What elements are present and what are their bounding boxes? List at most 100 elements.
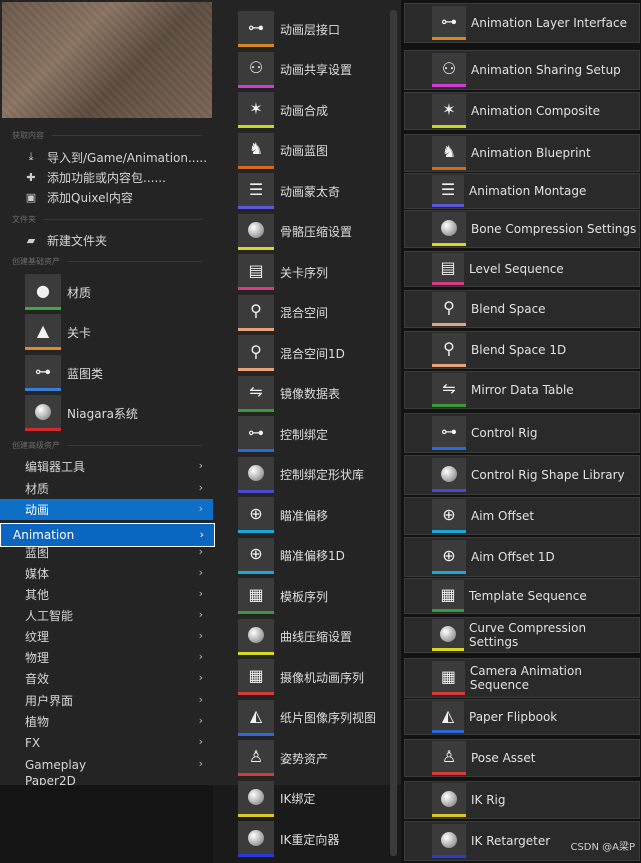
background-area: [0, 785, 213, 863]
anim-asset-item[interactable]: IK重定向器: [238, 819, 339, 859]
anim-asset-item-en[interactable]: ⊕ Aim Offset 1D: [404, 537, 640, 577]
control-rig-icon: ⊶: [432, 416, 466, 450]
anim-asset-item-en[interactable]: ⊶ Animation Layer Interface: [404, 3, 640, 43]
basic-asset-item[interactable]: ● 材质: [25, 273, 205, 311]
anim-asset-item-en[interactable]: ♙ Pose Asset: [404, 739, 640, 777]
category-item[interactable]: 人工智能 ›: [0, 605, 213, 626]
level-icon: ▲: [25, 314, 61, 350]
category-item[interactable]: 媒体 ›: [0, 563, 213, 584]
section-advanced-assets: 创建高级资产: [12, 440, 202, 451]
anim-asset-item[interactable]: ♙ 姿势资产: [238, 738, 328, 778]
anim-asset-item[interactable]: ⚲ 混合空间1D: [238, 333, 345, 373]
viewport-preview: [2, 2, 212, 118]
add-quixel-button[interactable]: ▣ 添加Quixel内容: [25, 188, 133, 206]
anim-asset-item[interactable]: ▦ 模板序列: [238, 576, 328, 616]
blendspace-icon: ⚲: [238, 294, 274, 331]
anim-asset-item-en[interactable]: ⊶ Control Rig: [404, 413, 640, 453]
category-item[interactable]: Gameplay ›: [0, 754, 213, 775]
chevron-right-icon: ›: [198, 502, 203, 515]
compression-icon: [432, 212, 466, 246]
anim-asset-item[interactable]: ⊶ 动画层接口: [238, 9, 340, 49]
anim-asset-item[interactable]: ▤ 关卡序列: [238, 252, 328, 292]
anim-asset-item[interactable]: ▦ 摄像机动画序列: [238, 657, 364, 697]
basic-asset-item[interactable]: ⊶ 蓝图类: [25, 354, 205, 392]
category-item[interactable]: FX ›: [0, 732, 213, 753]
ik-retarget-icon: [432, 824, 466, 858]
compression-icon: [238, 213, 274, 250]
pose-icon: ♙: [432, 741, 466, 775]
anim-asset-item-en[interactable]: ☰ Animation Montage: [404, 173, 640, 209]
curve-icon: [432, 619, 464, 651]
anim-asset-item-en[interactable]: IK Rig: [404, 781, 640, 819]
template-icon: ▦: [432, 580, 464, 612]
category-animation-hover[interactable]: Animation ›: [0, 523, 215, 547]
anim-asset-item[interactable]: ⊶ 控制绑定: [238, 414, 328, 454]
category-item[interactable]: 其他 ›: [0, 584, 213, 605]
anim-asset-item-en[interactable]: ♞ Animation Blueprint: [404, 134, 640, 172]
basic-asset-item[interactable]: ▲ 关卡: [25, 313, 205, 351]
anim-asset-item-en[interactable]: Control Rig Shape Library: [404, 455, 640, 495]
category-item[interactable]: 纹理 ›: [0, 626, 213, 647]
category-item[interactable]: 用户界面 ›: [0, 690, 213, 711]
category-item[interactable]: 物理 ›: [0, 647, 213, 668]
new-folder-icon: ▰: [26, 233, 36, 247]
anim-asset-item[interactable]: ⚲ 混合空间: [238, 293, 328, 333]
anim-asset-item-en[interactable]: Bone Compression Settings: [404, 210, 640, 248]
mirror-icon: ⇋: [238, 375, 274, 412]
composite-icon: ✶: [432, 94, 466, 128]
anim-asset-item[interactable]: ☰ 动画蒙太奇: [238, 171, 340, 211]
add-feature-button[interactable]: ✚ 添加功能或内容包......: [25, 168, 166, 186]
chevron-right-icon: ›: [198, 481, 203, 494]
montage-icon: ☰: [432, 175, 464, 207]
anim-asset-item-en[interactable]: ⚇ Animation Sharing Setup: [404, 50, 640, 90]
add-feature-icon: ✚: [26, 170, 36, 184]
anim-asset-item-en[interactable]: ▤ Level Sequence: [404, 251, 640, 287]
anim-asset-item-en[interactable]: ▦ Camera Animation Sequence: [404, 658, 640, 698]
blendspace1d-icon: ⚲: [238, 335, 274, 371]
shape-library-icon: [432, 458, 466, 492]
anim-asset-item[interactable]: ⊕ 瞄准偏移: [238, 495, 328, 535]
chevron-right-icon: ›: [198, 693, 203, 706]
montage-icon: ☰: [238, 173, 274, 209]
anim-asset-item-en[interactable]: ⚲ Blend Space: [404, 290, 640, 328]
chevron-right-icon: ›: [198, 629, 203, 642]
anim-asset-item[interactable]: ⚇ 动画共享设置: [238, 50, 352, 90]
chevron-right-icon: ›: [198, 757, 203, 770]
pose-icon: ♙: [238, 740, 274, 776]
anim-asset-item-en[interactable]: ✶ Animation Composite: [404, 92, 640, 130]
anim-asset-item[interactable]: 骨骼压缩设置: [238, 212, 352, 252]
category-item[interactable]: 音效 ›: [0, 668, 213, 689]
anim-asset-item[interactable]: ◭ 纸片图像序列视图: [238, 698, 376, 738]
anim-asset-item[interactable]: ♞ 动画蓝图: [238, 131, 328, 171]
quixel-icon: ▣: [25, 190, 37, 204]
chevron-right-icon: ›: [198, 735, 203, 748]
category-item[interactable]: 植物 ›: [0, 711, 213, 732]
anim-asset-item[interactable]: 曲线压缩设置: [238, 617, 352, 657]
import-button[interactable]: ⤓ 导入到/Game/Animation.....: [25, 148, 208, 166]
anim-asset-item[interactable]: IK绑定: [238, 779, 315, 819]
category-item[interactable]: 材质 ›: [0, 478, 213, 499]
anim-asset-item-en[interactable]: ⊕ Aim Offset: [404, 497, 640, 535]
anim-asset-item[interactable]: ✶ 动画合成: [238, 90, 328, 130]
new-folder-button[interactable]: ▰ 新建文件夹: [25, 231, 107, 249]
niagara-icon: [25, 395, 61, 431]
chevron-right-icon: ›: [198, 566, 203, 579]
category-item[interactable]: 编辑器工具 ›: [0, 456, 213, 477]
sequence-icon: ▤: [432, 253, 464, 285]
anim-asset-item[interactable]: 控制绑定形状库: [238, 455, 364, 495]
scrollbar[interactable]: [390, 10, 397, 856]
category-item[interactable]: 动画 ›: [0, 499, 213, 520]
material-icon: ●: [25, 274, 61, 310]
anim-asset-item-en[interactable]: ◭ Paper Flipbook: [404, 699, 640, 735]
basic-asset-item[interactable]: Niagara系统: [25, 394, 205, 432]
aim-icon: ⊕: [432, 499, 466, 533]
anim-asset-item-en[interactable]: Curve Compression Settings: [404, 617, 640, 653]
flipbook-icon: ◭: [432, 701, 464, 733]
category-item[interactable]: Paper2D: [0, 776, 213, 785]
anim-asset-item-en[interactable]: ⇋ Mirror Data Table: [404, 371, 640, 409]
anim-asset-item-en[interactable]: ⚲ Blend Space 1D: [404, 331, 640, 369]
anim-asset-item-en[interactable]: ▦ Template Sequence: [404, 578, 640, 614]
anim-asset-item[interactable]: ⊕ 瞄准偏移1D: [238, 536, 345, 576]
anim-asset-item[interactable]: ⇋ 镜像数据表: [238, 374, 340, 414]
interface-icon: ⊶: [238, 11, 274, 47]
